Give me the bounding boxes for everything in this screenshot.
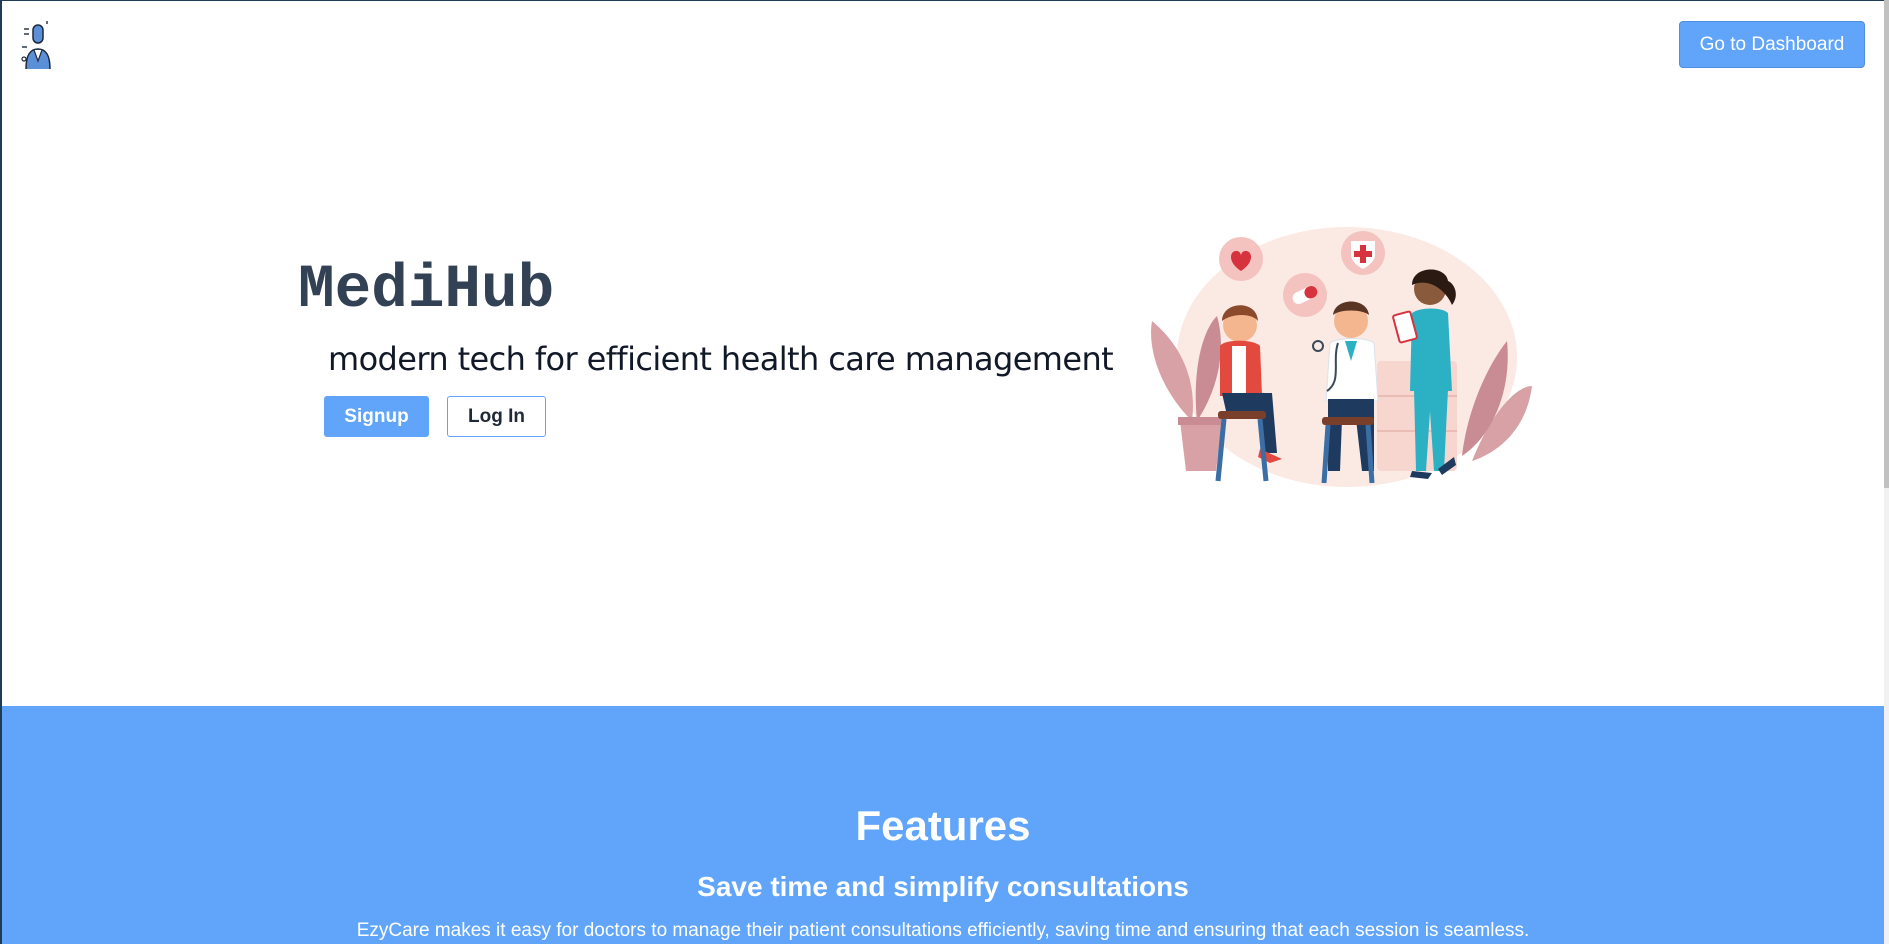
features-title: Features <box>855 802 1031 849</box>
features-subtitle: Save time and simplify consultations <box>697 871 1189 902</box>
signup-button[interactable]: Signup <box>324 396 429 437</box>
doctor-logo-icon[interactable] <box>20 19 56 71</box>
features-description: EzyCare makes it easy for doctors to man… <box>356 920 1530 941</box>
landing-page: Go to Dashboard MediHub modern tech for … <box>2 1 1884 944</box>
doctor-patient-illustration <box>1142 221 1538 487</box>
page-scrollbar[interactable] <box>1884 0 1889 944</box>
login-button[interactable]: Log In <box>447 396 546 437</box>
features-section: Features Save time and simplify consulta… <box>2 706 1884 944</box>
hero-subtitle: modern tech for efficient health care ma… <box>328 340 1114 378</box>
scrollbar-thumb[interactable] <box>1884 0 1889 488</box>
go-to-dashboard-button[interactable]: Go to Dashboard <box>1679 21 1865 68</box>
hero-title: MediHub <box>298 256 555 325</box>
